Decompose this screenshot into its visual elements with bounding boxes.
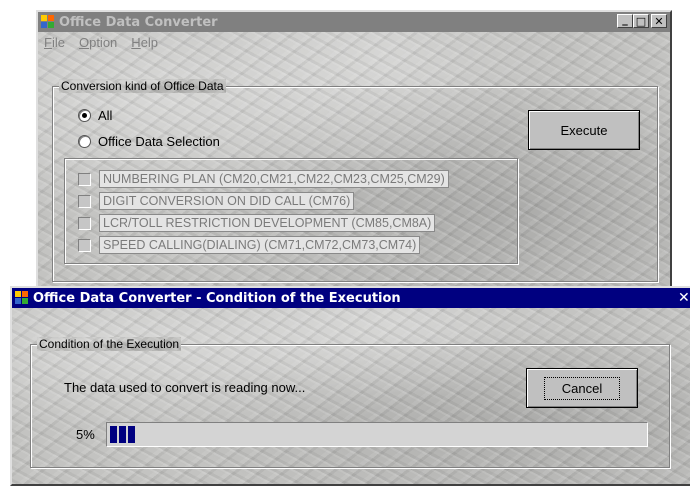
cancel-label: Cancel <box>543 376 621 400</box>
maximize-icon: □ <box>635 14 647 28</box>
menu-help[interactable]: Help <box>131 35 158 50</box>
radio-selection-label: Office Data Selection <box>98 134 220 149</box>
progress-fill <box>110 426 137 443</box>
menu-bar: File Option Help <box>44 35 158 50</box>
checkbox-label: SPEED CALLING(DIALING) (CM71,CM72,CM73,C… <box>99 236 421 254</box>
maximize-button[interactable]: □ <box>633 14 649 28</box>
app-icon <box>41 15 55 29</box>
progress-bar <box>106 422 648 447</box>
checkbox-row[interactable]: SPEED CALLING(DIALING) (CM71,CM72,CM73,C… <box>78 236 421 254</box>
checkbox-row[interactable]: NUMBERING PLAN (CM20,CM21,CM22,CM23,CM25… <box>78 170 449 188</box>
checkbox-row[interactable]: DIGIT CONVERSION ON DID CALL (CM76) <box>78 192 355 210</box>
dialog-title-bar[interactable]: Office Data Converter - Condition of the… <box>12 288 690 308</box>
checkbox-label: NUMBERING PLAN (CM20,CM21,CM22,CM23,CM25… <box>99 170 449 188</box>
progress-block <box>128 426 135 443</box>
main-window-title: Office Data Converter <box>59 14 218 30</box>
close-icon: ✕ <box>654 14 664 28</box>
radio-all-label: All <box>98 108 113 123</box>
conversion-kind-label: Conversion kind of Office Data <box>60 79 224 93</box>
checkbox[interactable] <box>78 216 91 230</box>
main-window: Office Data Converter _ □ ✕ File Option … <box>36 10 672 295</box>
main-close-button[interactable]: ✕ <box>651 14 667 28</box>
checkbox-label: DIGIT CONVERSION ON DID CALL (CM76) <box>99 192 355 210</box>
main-title-bar[interactable]: Office Data Converter _ □ ✕ <box>38 12 670 32</box>
menu-option[interactable]: Option <box>79 35 117 50</box>
minimize-icon: _ <box>622 12 628 26</box>
checkbox[interactable] <box>78 238 91 252</box>
minimize-button[interactable]: _ <box>617 14 633 28</box>
radio-all[interactable]: All <box>78 108 112 123</box>
execute-label: Execute <box>560 122 608 138</box>
menu-file[interactable]: File <box>44 35 65 50</box>
radio-selection-indicator[interactable] <box>78 135 91 148</box>
progress-percent: 5% <box>76 427 95 442</box>
progress-block <box>119 426 126 443</box>
status-text: The data used to convert is reading now.… <box>64 380 306 395</box>
radio-office-data-selection[interactable]: Office Data Selection <box>78 134 220 149</box>
execution-dialog: Office Data Converter - Condition of the… <box>10 286 690 486</box>
close-icon: ✕ <box>678 290 690 306</box>
dialog-close-button[interactable]: ✕ <box>678 290 690 306</box>
cancel-button[interactable]: Cancel <box>526 368 638 408</box>
progress-block <box>110 426 117 443</box>
checkbox[interactable] <box>78 194 91 208</box>
checkbox-row[interactable]: LCR/TOLL RESTRICTION DEVELOPMENT (CM85,C… <box>78 214 436 232</box>
checkbox[interactable] <box>78 172 91 186</box>
radio-all-indicator[interactable] <box>78 109 91 122</box>
execute-button[interactable]: Execute <box>528 110 640 150</box>
app-icon <box>15 291 29 305</box>
dialog-title: Office Data Converter - Condition of the… <box>33 290 401 306</box>
checkbox-label: LCR/TOLL RESTRICTION DEVELOPMENT (CM85,C… <box>99 214 436 232</box>
execution-condition-label: Condition of the Execution <box>39 337 180 351</box>
